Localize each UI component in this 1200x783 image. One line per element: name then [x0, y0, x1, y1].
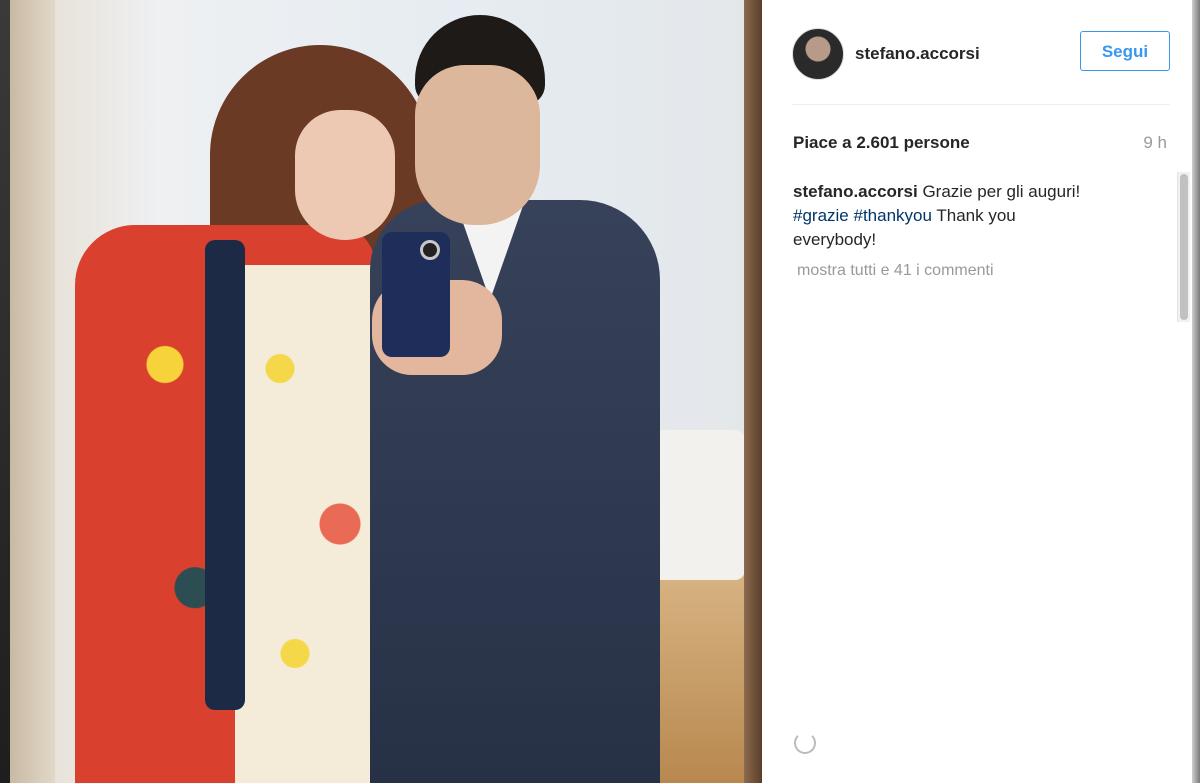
avatar[interactable] [792, 28, 844, 80]
woman-floral-dress [235, 265, 385, 783]
window-left-edge [0, 0, 10, 783]
smartphone [382, 232, 450, 357]
photo-wall [10, 0, 55, 783]
caption-text: Grazie per gli auguri! [917, 182, 1081, 201]
loading-spinner-icon [794, 732, 816, 754]
post-caption: stefano.accorsi Grazie per gli auguri! #… [793, 180, 1093, 252]
post-header: stefano.accorsi Segui [792, 28, 1170, 105]
comments-scrollbar[interactable] [1177, 172, 1190, 322]
window-right-edge [1192, 0, 1200, 783]
show-all-comments-link[interactable]: mostra tutti e 41 i commenti [797, 262, 994, 278]
photo-furniture [650, 430, 745, 580]
caption-username[interactable]: stefano.accorsi [793, 182, 918, 201]
post-photo[interactable] [10, 0, 762, 783]
phone-camera-icon [420, 240, 440, 260]
hashtag-thankyou[interactable]: #thankyou [854, 206, 932, 225]
woman-coat-lapel [205, 240, 245, 710]
man-face [415, 65, 540, 225]
post-timestamp[interactable]: 9 h [1143, 133, 1167, 153]
scrollbar-thumb[interactable] [1180, 174, 1188, 320]
woman-face [295, 110, 395, 240]
hashtag-grazie[interactable]: #grazie [793, 206, 849, 225]
mirror-frame [744, 0, 762, 783]
post-side-panel: stefano.accorsi Segui Piace a 2.601 pers… [762, 0, 1200, 783]
username-link[interactable]: stefano.accorsi [855, 44, 980, 64]
likes-count[interactable]: Piace a 2.601 persone [793, 133, 970, 153]
follow-button[interactable]: Segui [1080, 31, 1170, 71]
